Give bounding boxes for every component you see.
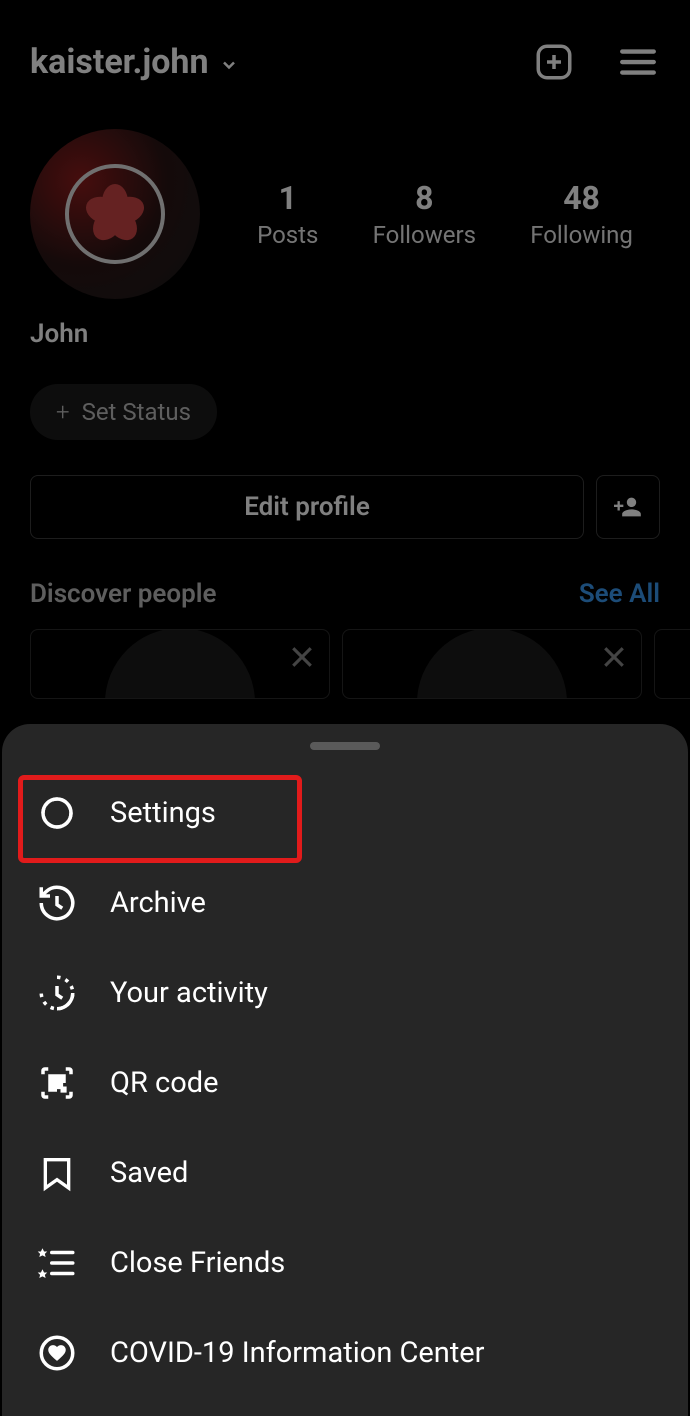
following-count: 48 xyxy=(563,179,600,217)
followers-label: Followers xyxy=(373,221,476,249)
close-friends-icon xyxy=(36,1242,78,1284)
settings-icon xyxy=(36,792,78,834)
menu-item-activity[interactable]: Your activity xyxy=(2,948,688,1038)
edit-profile-row: Edit profile xyxy=(0,475,690,539)
header-actions xyxy=(532,40,660,84)
menu-item-archive[interactable]: Archive xyxy=(2,858,688,948)
menu-label: Close Friends xyxy=(110,1246,285,1280)
stat-posts[interactable]: 1 Posts xyxy=(257,179,318,249)
avatar[interactable] xyxy=(30,129,200,299)
profile-info-row: 1 Posts 8 Followers 48 Following xyxy=(0,104,690,309)
discover-card[interactable] xyxy=(30,629,330,699)
close-icon[interactable] xyxy=(287,642,317,672)
menu-item-covid[interactable]: COVID-19 Information Center xyxy=(2,1308,688,1398)
menu-label: QR code xyxy=(110,1066,218,1100)
activity-icon xyxy=(36,972,78,1014)
discover-card[interactable] xyxy=(342,629,642,699)
menu-item-settings[interactable]: Settings xyxy=(2,768,688,858)
display-name: John xyxy=(0,309,690,359)
qrcode-icon xyxy=(36,1062,78,1104)
saved-icon xyxy=(36,1152,78,1194)
close-icon[interactable] xyxy=(599,642,629,672)
following-label: Following xyxy=(530,221,633,249)
menu-item-closefriends[interactable]: Close Friends xyxy=(2,1218,688,1308)
heart-circle-icon xyxy=(36,1332,78,1374)
posts-label: Posts xyxy=(257,221,318,249)
posts-count: 1 xyxy=(279,179,297,217)
menu-item-qrcode[interactable]: QR code xyxy=(2,1038,688,1128)
archive-icon xyxy=(36,882,78,924)
menu-label: Saved xyxy=(110,1156,188,1190)
profile-header: kaister.john xyxy=(0,0,690,104)
menu-button[interactable] xyxy=(616,40,660,84)
edit-profile-label: Edit profile xyxy=(244,492,370,522)
discover-header: Discover people See All xyxy=(0,539,690,629)
menu-label: Settings xyxy=(110,796,216,830)
stat-followers[interactable]: 8 Followers xyxy=(373,179,476,249)
discover-cards-row[interactable] xyxy=(0,629,690,699)
sheet-handle[interactable] xyxy=(310,742,380,750)
followers-count: 8 xyxy=(415,179,433,217)
set-status-label: Set Status xyxy=(82,398,191,426)
menu-bottom-sheet: Settings Archive Your activity xyxy=(2,724,688,1416)
discover-card[interactable] xyxy=(654,629,690,699)
stats-row: 1 Posts 8 Followers 48 Following xyxy=(230,179,660,249)
menu-item-saved[interactable]: Saved xyxy=(2,1128,688,1218)
discover-title: Discover people xyxy=(30,579,217,609)
add-person-icon xyxy=(612,493,644,521)
edit-profile-button[interactable]: Edit profile xyxy=(30,475,584,539)
username-label: kaister.john xyxy=(30,42,209,82)
create-button[interactable] xyxy=(532,40,576,84)
discover-people-button[interactable] xyxy=(596,475,660,539)
username-selector[interactable]: kaister.john xyxy=(30,42,239,82)
see-all-link[interactable]: See All xyxy=(579,579,660,609)
plus-icon: + xyxy=(56,398,70,426)
menu-label: Archive xyxy=(110,886,206,920)
set-status-button[interactable]: + Set Status xyxy=(30,384,217,440)
menu-label: Your activity xyxy=(110,976,268,1010)
menu-label: COVID-19 Information Center xyxy=(110,1336,485,1370)
chevron-down-icon xyxy=(219,55,239,75)
stat-following[interactable]: 48 Following xyxy=(530,179,633,249)
